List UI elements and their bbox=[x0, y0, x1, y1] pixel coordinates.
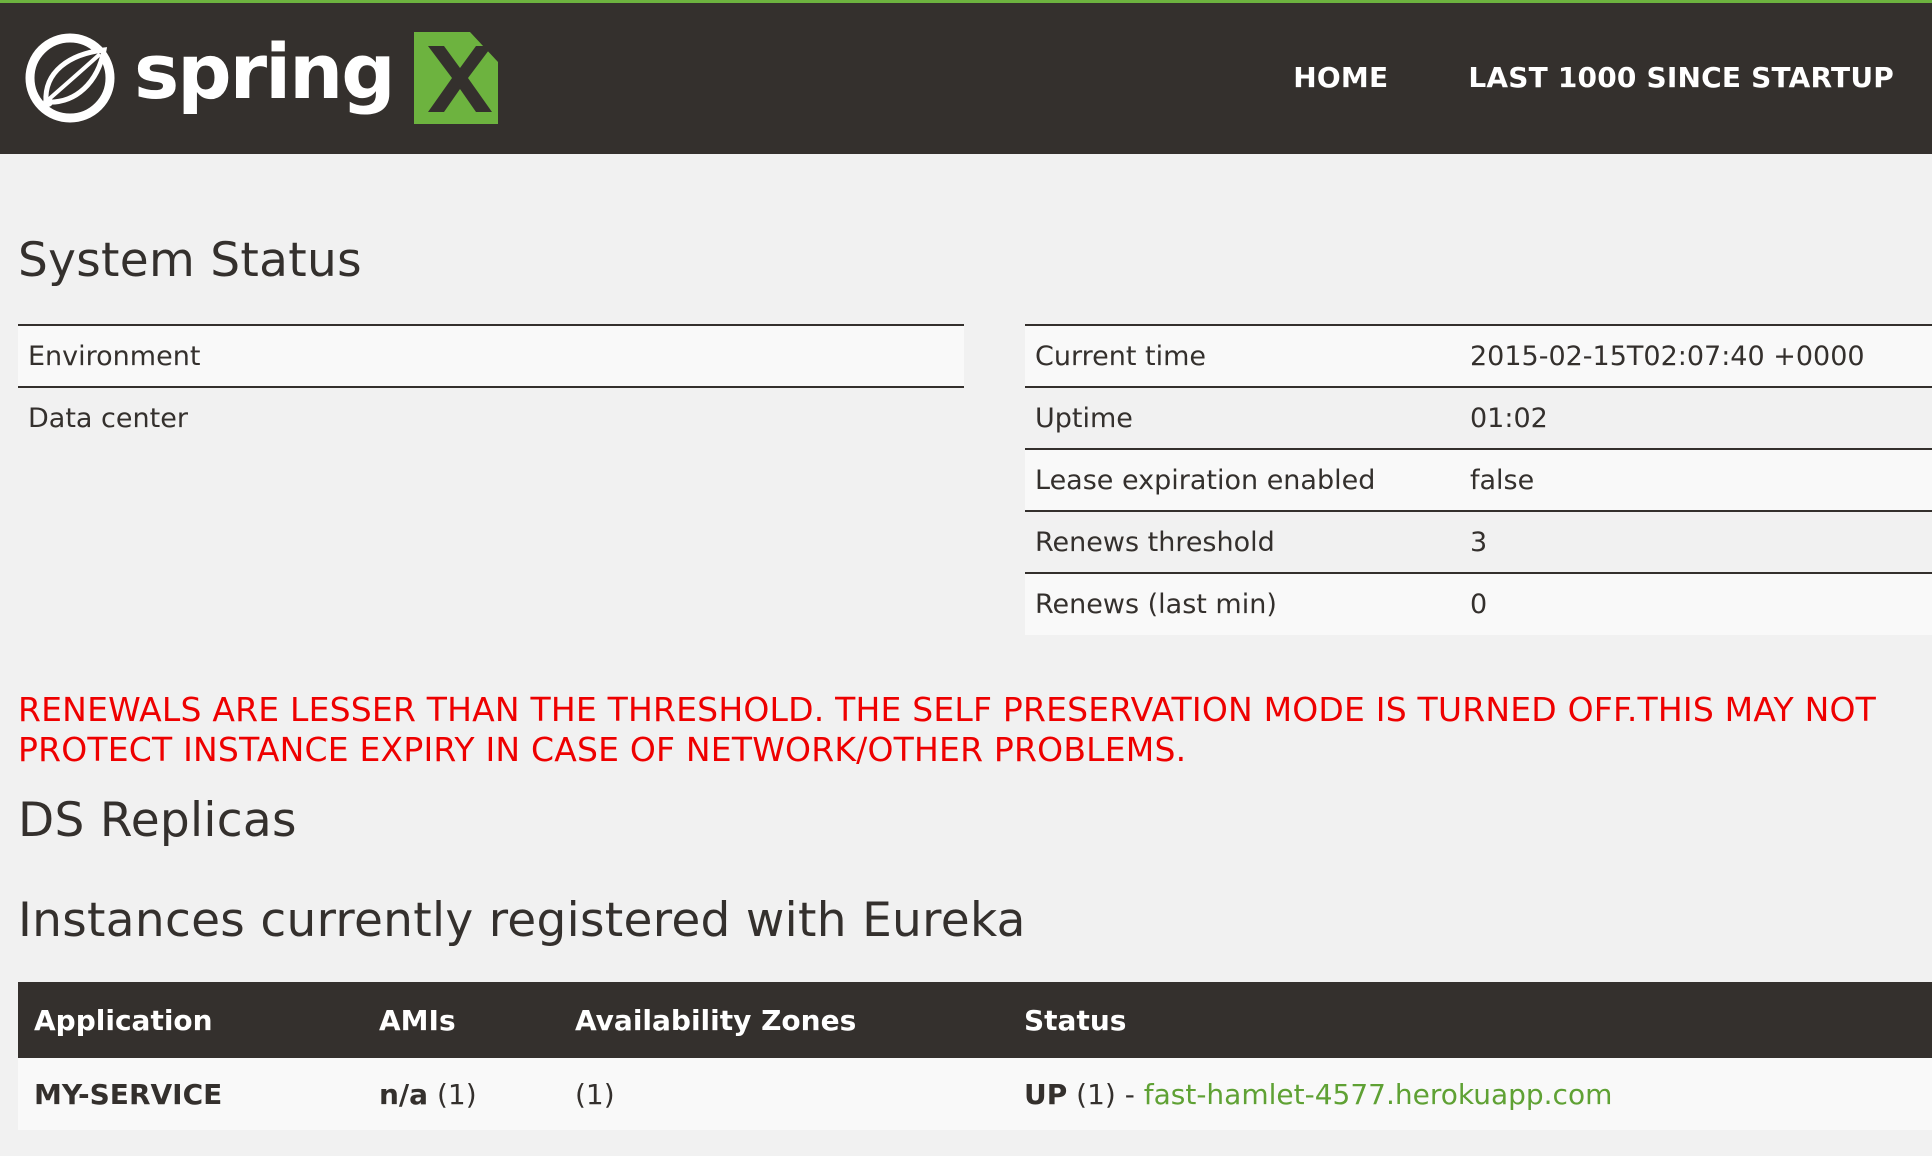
column-header-amis: AMIs bbox=[363, 982, 559, 1058]
renews-threshold-label: Renews threshold bbox=[1035, 526, 1275, 558]
uptime-value: 01:02 bbox=[1470, 402, 1548, 434]
environment-label: Environment bbox=[18, 325, 964, 387]
status-value: UP bbox=[1024, 1077, 1068, 1111]
data-center-label: Data center bbox=[28, 403, 188, 434]
amis-count: (1) bbox=[428, 1077, 477, 1111]
brand-wordmark: spring bbox=[134, 27, 396, 116]
ds-replicas-heading: DS Replicas bbox=[18, 793, 297, 848]
renews-threshold-value: 3 bbox=[1470, 526, 1488, 558]
renews-last-min-value: 0 bbox=[1460, 573, 1932, 635]
status-count: (1) - bbox=[1067, 1077, 1144, 1111]
amis-value: n/a bbox=[379, 1077, 429, 1111]
table-row: Environment bbox=[18, 325, 964, 387]
status-cell: UP (1) - fast-hamlet-4577.herokuapp.com bbox=[1008, 1058, 1932, 1130]
uptime-label: Uptime bbox=[1035, 402, 1133, 434]
table-row: Lease expiration enabled false bbox=[1025, 449, 1932, 511]
system-status-heading: System Status bbox=[18, 233, 362, 288]
table-row: Uptime 01:02 bbox=[1025, 387, 1932, 449]
application-name: MY-SERVICE bbox=[34, 1077, 223, 1111]
table-row: MY-SERVICE n/a (1) (1) UP (1) - fast-ham… bbox=[18, 1058, 1932, 1130]
table-row: Renews threshold 3 bbox=[1025, 511, 1932, 573]
nav-last-1000-link[interactable]: LAST 1000 SINCE STARTUP bbox=[1468, 61, 1894, 94]
x-brand-icon bbox=[413, 32, 498, 124]
table-header-row: Application AMIs Availability Zones Stat… bbox=[18, 982, 1932, 1058]
spring-logo[interactable]: spring bbox=[24, 28, 498, 128]
column-header-application: Application bbox=[18, 982, 363, 1058]
lease-expiration-value: false bbox=[1460, 449, 1932, 511]
instance-link[interactable]: fast-hamlet-4577.herokuapp.com bbox=[1144, 1078, 1613, 1111]
application-cell: MY-SERVICE bbox=[18, 1058, 363, 1130]
current-time-label: Current time bbox=[1025, 325, 1460, 387]
self-preservation-warning: RENEWALS ARE LESSER THAN THE THRESHOLD. … bbox=[18, 690, 1877, 769]
amis-cell: n/a (1) bbox=[363, 1058, 559, 1130]
spring-leaf-icon bbox=[25, 33, 115, 123]
renews-last-min-label: Renews (last min) bbox=[1025, 573, 1460, 635]
lease-expiration-label: Lease expiration enabled bbox=[1025, 449, 1460, 511]
current-time-value: 2015-02-15T02:07:40 +0000 bbox=[1460, 325, 1932, 387]
instances-heading: Instances currently registered with Eure… bbox=[18, 893, 1026, 948]
environment-table: Environment Data center bbox=[18, 324, 964, 449]
availability-zones-cell: (1) bbox=[559, 1058, 1008, 1130]
instances-table: Application AMIs Availability Zones Stat… bbox=[18, 982, 1932, 1130]
table-row: Data center bbox=[18, 387, 964, 449]
column-header-status: Status bbox=[1008, 982, 1932, 1058]
top-navbar: spring HOME LAST 1000 SINCE STARTUP bbox=[0, 0, 1932, 154]
table-row: Current time 2015-02-15T02:07:40 +0000 bbox=[1025, 325, 1932, 387]
nav-home-link[interactable]: HOME bbox=[1293, 61, 1388, 94]
main-nav: HOME LAST 1000 SINCE STARTUP bbox=[1293, 61, 1894, 94]
column-header-availability-zones: Availability Zones bbox=[559, 982, 1008, 1058]
table-row: Renews (last min) 0 bbox=[1025, 573, 1932, 635]
status-info-table: Current time 2015-02-15T02:07:40 +0000 U… bbox=[1025, 324, 1932, 635]
